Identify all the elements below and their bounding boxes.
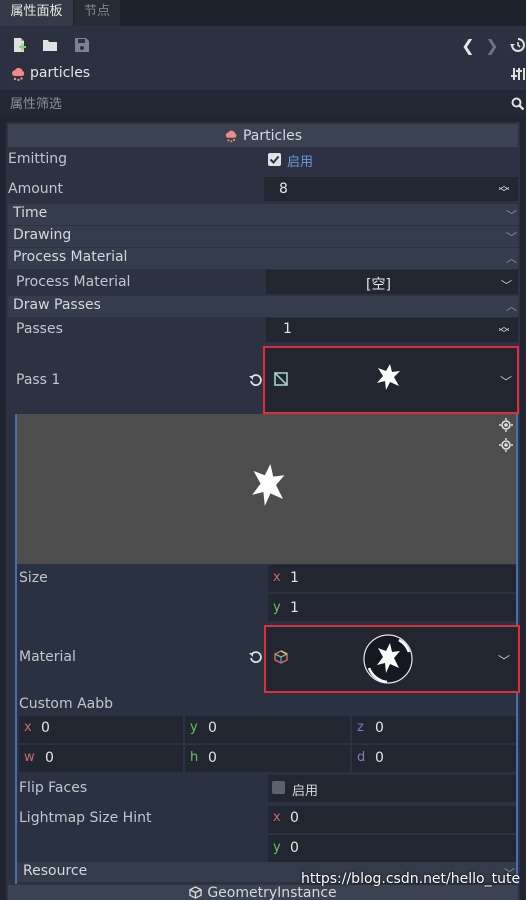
lightmap-y-value: 0	[290, 840, 299, 856]
spin-arrows-icon[interactable]: ︿ ﹀	[498, 180, 510, 198]
chevron-down-icon[interactable]: ﹀	[501, 277, 512, 293]
aabb-y-tag: y	[190, 720, 198, 735]
chevron-down-icon: ﹀	[506, 231, 517, 244]
time-group-header[interactable]	[8, 204, 518, 225]
lightmap-x-tag: x	[273, 810, 281, 825]
geometry-instance-title: GeometryInstance	[207, 885, 337, 900]
tab-inspector-label: 属性面板	[10, 4, 63, 19]
node-name: particles	[30, 65, 91, 81]
new-resource-icon[interactable]	[10, 36, 28, 54]
aabb-z-value: 0	[375, 720, 384, 736]
amount-value: 8	[279, 181, 288, 197]
quad-mesh-icon	[273, 371, 289, 387]
material-preview-sphere	[361, 632, 415, 686]
size-label: Size	[19, 570, 48, 586]
aabb-w-value: 0	[45, 750, 54, 766]
aabb-h-tag: h	[190, 750, 199, 765]
chevron-left-icon[interactable]: ❮	[460, 36, 476, 55]
history-icon[interactable]	[510, 36, 526, 54]
chevron-down-icon: ﹀	[506, 209, 517, 222]
revert-icon[interactable]	[248, 649, 264, 665]
draw-passes-group-label: Draw Passes	[13, 297, 101, 313]
emitting-label: Emitting	[8, 151, 68, 167]
lightmap-size-hint-label: Lightmap Size Hint	[19, 810, 152, 826]
process-material-value: [空]	[366, 277, 391, 293]
material-label: Material	[19, 649, 76, 665]
particles-cloud-icon	[10, 66, 26, 82]
chevron-up-icon: ︿	[506, 300, 517, 313]
lightmap-x-value: 0	[290, 810, 299, 826]
emitting-checkbox[interactable]	[268, 153, 281, 166]
aabb-z-tag: z	[357, 720, 364, 735]
process-material-group-label: Process Material	[13, 249, 128, 265]
passes-label: Passes	[16, 321, 63, 337]
folder-open-icon[interactable]	[41, 36, 59, 54]
splash-sprite-icon	[248, 461, 290, 509]
amount-label: Amount	[8, 181, 64, 197]
flip-faces-checkbox[interactable]	[272, 781, 285, 794]
aabb-w-field[interactable]	[19, 745, 183, 772]
custom-aabb-label: Custom Aabb	[19, 696, 114, 712]
object-properties-icon[interactable]	[511, 66, 526, 82]
lightmap-y-field[interactable]	[268, 835, 516, 862]
property-filter-input[interactable]	[0, 91, 500, 118]
size-y-tag: y	[273, 600, 281, 615]
size-x-tag: x	[273, 570, 281, 585]
geometry-instance-icon	[189, 886, 203, 899]
resource-group-label: Resource	[23, 863, 88, 879]
size-x-field[interactable]	[268, 565, 516, 592]
particles-section-title: Particles	[242, 127, 303, 144]
aabb-d-value: 0	[375, 750, 384, 766]
particles-cloud-icon	[224, 129, 238, 143]
lightmap-x-field[interactable]	[268, 806, 516, 833]
lightmap-y-tag: y	[273, 840, 281, 855]
light-2-icon[interactable]	[499, 438, 513, 452]
save-icon[interactable]	[73, 36, 91, 54]
flip-faces-value[interactable]: 启用	[292, 780, 318, 799]
property-filter	[0, 91, 526, 118]
particles-section-header[interactable]: Particles	[8, 124, 518, 147]
size-y-value: 1	[290, 600, 299, 616]
spin-arrows-icon[interactable]: ︿ ﹀	[498, 321, 510, 339]
tab-inspector[interactable]: 属性面板	[0, 0, 73, 26]
search-icon	[510, 96, 526, 112]
amount-spinbox[interactable]	[264, 177, 518, 201]
aabb-d-tag: d	[357, 750, 366, 765]
drawing-group-header[interactable]	[8, 226, 518, 247]
pass1-label: Pass 1	[16, 372, 61, 388]
time-group-label: Time	[13, 205, 48, 221]
flip-faces-label: Flip Faces	[19, 780, 88, 796]
chevron-right-icon[interactable]: ❯	[484, 36, 500, 55]
emitting-value[interactable]: 启用	[287, 151, 313, 170]
tab-node-label: 节点	[83, 4, 110, 19]
revert-icon[interactable]	[248, 372, 264, 388]
light-1-icon[interactable]	[499, 418, 513, 432]
passes-spinbox[interactable]	[266, 318, 518, 342]
watermark-text: https://blog.csdn.net/hello_tute	[301, 871, 521, 887]
aabb-x-tag: x	[24, 720, 32, 735]
chevron-down-icon[interactable]: ﹀	[498, 652, 510, 669]
size-x-value: 1	[290, 570, 299, 586]
chevron-up-icon: ︿	[506, 252, 517, 265]
splash-sprite-icon	[374, 362, 404, 392]
chevron-down-icon[interactable]: ﹀	[500, 373, 512, 390]
drawing-group-label: Drawing	[13, 227, 72, 243]
process-material-label: Process Material	[16, 274, 131, 290]
tab-node[interactable]: 节点	[74, 0, 120, 26]
geometry-instance-section-header[interactable]: GeometryInstance	[8, 885, 518, 900]
aabb-x-value: 0	[41, 720, 50, 736]
aabb-w-tag: w	[24, 750, 35, 765]
spatial-material-icon	[273, 649, 289, 665]
size-y-field[interactable]	[268, 594, 516, 621]
passes-value: 1	[283, 321, 292, 337]
aabb-h-value: 0	[208, 750, 217, 766]
aabb-y-value: 0	[208, 720, 217, 736]
process-material-picker[interactable]	[266, 270, 518, 294]
